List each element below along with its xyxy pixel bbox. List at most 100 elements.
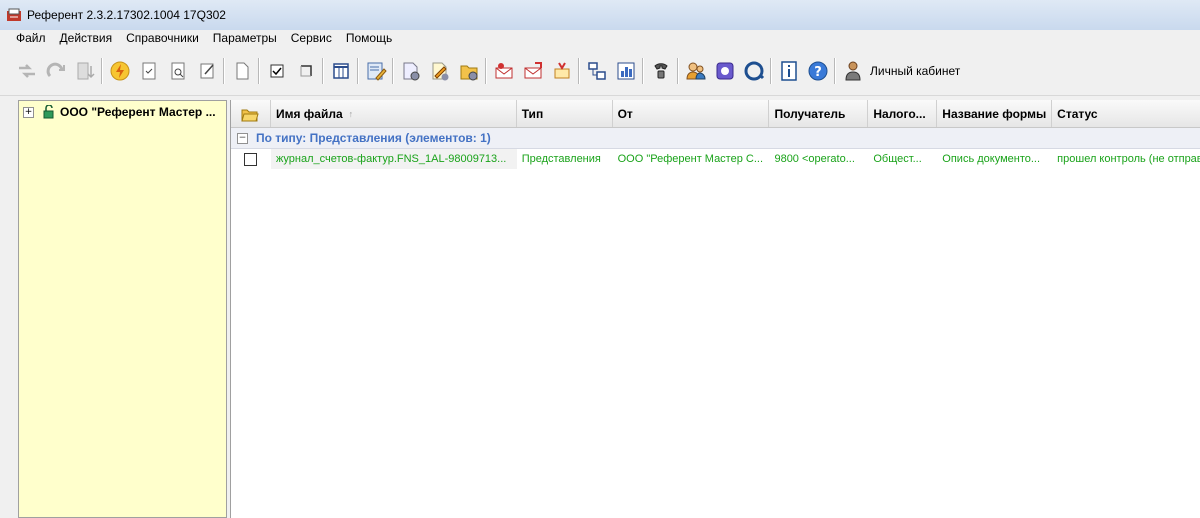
menu-parameters[interactable]: Параметры [206,30,284,47]
sign-button[interactable] [425,56,454,86]
structure-button[interactable] [582,56,611,86]
title-bar: Референт 2.3.2.17302.1004 17Q302 [0,0,1200,30]
svg-text:?: ? [814,65,822,80]
menu-help[interactable]: Помощь [339,30,399,47]
menu-references[interactable]: Справочники [119,30,206,47]
toolbar: ? Личный кабинет [0,47,1200,96]
report-edit-icon [367,62,387,81]
row-checkbox[interactable] [244,152,258,166]
cell-file-name: журнал_счетов-фактур.FNS_1AL-98009713... [270,149,517,169]
download-button[interactable] [70,56,99,86]
puzzle-icon [716,62,733,80]
document-edit-icon [200,63,214,79]
download-icon [77,62,95,80]
refresh-icon [46,62,65,78]
columns-button[interactable] [326,56,355,86]
doc-preview-button[interactable] [163,56,192,86]
documents-grid: Имя файла ↑ Тип От Получатель Налого... … [230,100,1200,518]
users-button[interactable] [681,56,710,86]
table-row[interactable]: журнал_счетов-фактур.FNS_1AL-98009713...… [231,149,1200,169]
toolbar-separator [223,58,225,84]
info-icon [780,61,797,81]
menu-actions[interactable]: Действия [53,30,120,47]
doc-check-button[interactable] [134,56,163,86]
red-mail-arrow-icon [524,62,542,79]
phone-icon [653,63,668,79]
doc-edit-button[interactable] [192,56,221,86]
column-file-name[interactable]: Имя файла ↑ [271,100,517,127]
row-checkbox-cell[interactable] [231,152,271,166]
person-icon [845,61,861,81]
menu-service[interactable]: Сервис [284,30,339,47]
organization-tree: + ООО "Референт Мастер ... [18,100,227,518]
report-edit-button[interactable] [361,56,390,86]
toolbar-separator [578,58,580,84]
menu-bar: Файл Действия Справочники Параметры Серв… [0,30,1200,47]
yellow-mail-icon [554,62,569,79]
sort-ascending-icon: ↑ [348,108,354,119]
uncheck-all-button[interactable] [291,56,320,86]
column-status[interactable]: Статус [1052,100,1200,127]
users-icon [685,62,706,80]
tree-node-label: ООО "Референт Мастер ... [60,105,216,119]
new-doc-button[interactable] [227,56,256,86]
grid-header: Имя файла ↑ Тип От Получатель Налого... … [231,100,1200,128]
mail-send-button[interactable] [489,56,518,86]
archive-button[interactable] [454,56,483,86]
phone-button[interactable] [646,56,675,86]
refresh-button[interactable] [41,56,70,86]
mail-receive-button[interactable] [518,56,547,86]
column-from[interactable]: От [613,100,770,127]
menu-file[interactable]: Файл [0,30,53,47]
cell-from: ООО "Референт Мастер С... [617,153,764,165]
send-receive-button[interactable] [12,56,41,86]
help-button[interactable]: ? [803,56,832,86]
check-all-button[interactable] [262,56,291,86]
statistics-button[interactable] [611,56,640,86]
mail-flag-button[interactable] [547,56,576,86]
group-label: По типу: Представления (элементов: 1) [256,131,491,145]
cell-recipient: 9800 <operato... [774,153,855,165]
toolbar-separator [258,58,260,84]
cell-status: прошел контроль (не отправ [1057,153,1200,165]
tree-expander[interactable]: + [23,106,34,118]
column-form-name[interactable]: Название формы [937,100,1053,127]
folder-doc-icon [460,65,477,81]
column-recipient[interactable]: Получатель [769,100,869,127]
columns-icon [332,63,349,79]
toolbar-separator [322,58,324,84]
toolbar-separator [101,58,103,84]
cell-type: Представления [521,153,601,165]
column-type[interactable]: Тип [517,100,613,127]
red-mail-icon [495,63,512,79]
update-button[interactable] [739,56,768,86]
requisites-button[interactable] [396,56,425,86]
app-icon [7,8,21,21]
toolbar-separator [392,58,394,84]
group-collapse-toggle[interactable]: − [237,132,248,144]
column-select-all[interactable] [231,100,271,127]
group-row[interactable]: − По типу: Представления (элементов: 1) [231,128,1200,149]
power-button[interactable] [105,56,134,86]
info-button[interactable] [774,56,803,86]
toolbar-separator [770,58,772,84]
help-icon: ? [808,61,827,81]
tree-node-organization[interactable]: + ООО "Референт Мастер ... [19,101,226,123]
structure-icon [587,62,606,80]
checkbox-empty-icon [300,65,312,77]
toolbar-separator [485,58,487,84]
open-folder-icon [241,109,260,121]
toolbar-separator [357,58,359,84]
send-receive-icon [18,64,35,78]
lightning-icon [110,61,129,81]
toolbar-separator [834,58,836,84]
toolbar-separator [642,58,644,84]
cell-form-name: Опись документо... [942,153,1041,165]
plugin-button[interactable] [710,56,739,86]
column-tax[interactable]: Налого... [868,100,938,127]
column-file-name-label: Имя файла [275,106,343,121]
window-title: Референт 2.3.2.17302.1004 17Q302 [27,8,226,22]
checkbox-checked-icon [270,64,283,78]
personal-account-button[interactable]: Личный кабинет [838,56,964,86]
document-gear-icon [403,62,419,81]
